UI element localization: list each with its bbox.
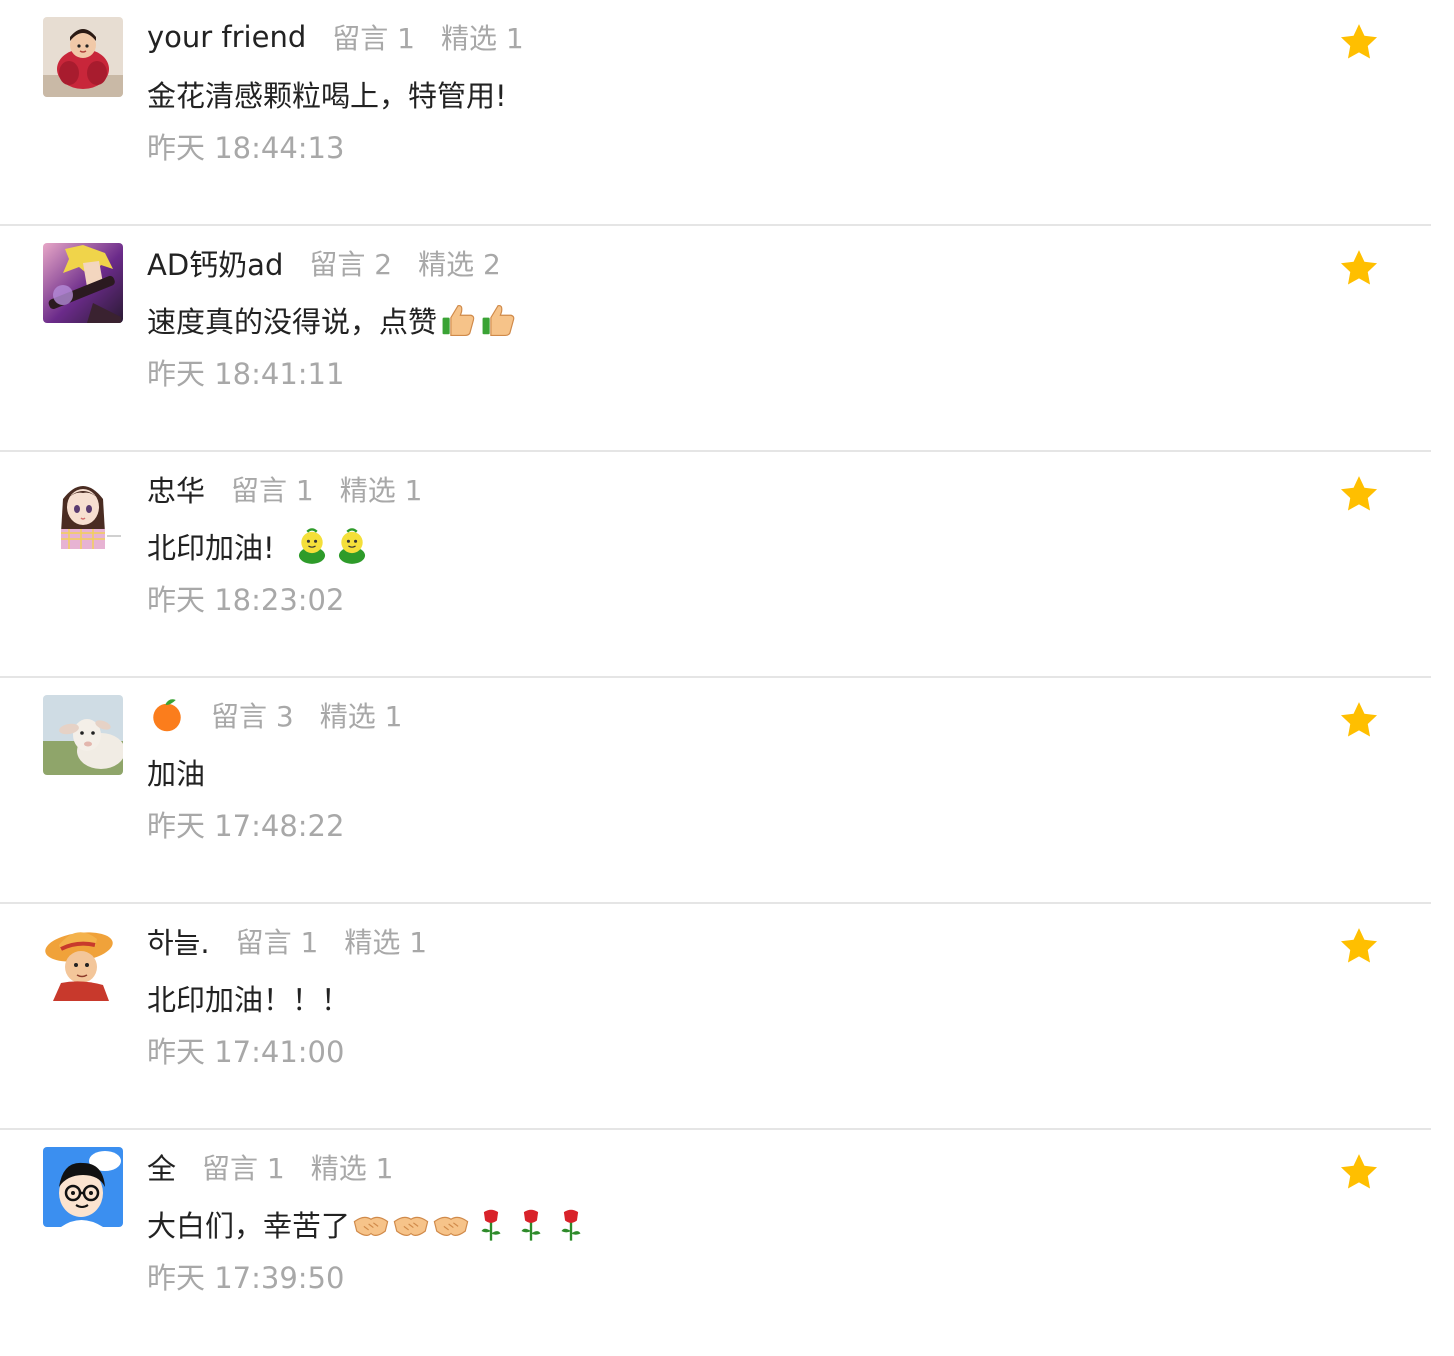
red-plush-figure-avatar <box>43 17 123 97</box>
star-icon[interactable] <box>1338 247 1380 289</box>
message-count: 留言 1 <box>332 22 415 55</box>
comment-text: 北印加油! <box>147 525 373 567</box>
featured-count: 精选 1 <box>339 474 423 507</box>
star-icon[interactable] <box>1338 21 1380 63</box>
comment-item: 全 留言 1 精选 1 大白们，幸苦了 昨天 17:39:50 <box>0 1130 1431 1356</box>
user-name[interactable]: 忠华 <box>147 468 205 510</box>
comment-text: 金花清感颗粒喝上，特管用! <box>147 73 507 115</box>
comment-text-content: 大白们，幸苦了 <box>147 1209 351 1243</box>
thumbs-up-icon <box>439 301 477 339</box>
comment-time: 昨天 17:41:00 <box>147 1035 345 1069</box>
comment-text: 北印加油！！！ <box>147 977 350 1019</box>
user-name[interactable]: 全 <box>147 1146 176 1188</box>
user-name[interactable]: 하늘. <box>147 920 210 962</box>
comment-item: AD钙奶ad 留言 2 精选 2 速度真的没得说，点赞 昨天 18:41:11 <box>0 226 1431 452</box>
featured-count: 精选 1 <box>310 1152 394 1185</box>
avatar[interactable] <box>43 1147 123 1227</box>
featured-count: 精选 1 <box>440 22 524 55</box>
comment-text-content: 速度真的没得说，点赞 <box>147 305 438 339</box>
cartoon-glasses-avatar <box>43 1147 123 1227</box>
featured-count: 精选 1 <box>319 700 403 733</box>
avatar[interactable] <box>43 469 123 549</box>
comment-item: 留言 3 精选 1 加油 昨天 17:48:22 <box>0 678 1431 904</box>
emoji-group <box>439 301 519 339</box>
comment-text: 速度真的没得说，点赞 <box>147 299 519 341</box>
comment-meta: 留言 3 精选 1 <box>147 694 428 736</box>
handshake-icon <box>432 1205 470 1243</box>
handshake-icon <box>352 1205 390 1243</box>
featured-count: 精选 1 <box>344 926 428 959</box>
comment-text: 加油 <box>147 751 205 793</box>
emoji-group <box>293 527 373 565</box>
comment-text-content: 金花清感颗粒喝上，特管用! <box>147 79 507 113</box>
comment-meta: 忠华 留言 1 精选 1 <box>147 468 448 510</box>
avatar[interactable] <box>43 695 123 775</box>
comment-list: your friend 留言 1 精选 1 金花清感颗粒喝上，特管用! 昨天 1… <box>0 0 1431 1356</box>
avatar[interactable] <box>43 243 123 323</box>
user-name[interactable]: your friend <box>147 20 306 54</box>
comment-text: 大白们，幸苦了 <box>147 1203 592 1245</box>
comment-text-content: 北印加油! <box>147 531 275 565</box>
comment-time: 昨天 18:44:13 <box>147 131 345 165</box>
rose-icon <box>512 1205 550 1243</box>
comment-item: 하늘. 留言 1 精选 1 北印加油！！！ 昨天 17:41:00 <box>0 904 1431 1130</box>
comment-text-content: 加油 <box>147 757 206 791</box>
comment-time: 昨天 17:48:22 <box>147 809 345 843</box>
comment-meta: your friend 留言 1 精选 1 <box>147 16 550 58</box>
star-icon[interactable] <box>1338 925 1380 967</box>
comment-text-content: 北印加油！！！ <box>147 983 351 1017</box>
handshake-icon <box>392 1205 430 1243</box>
message-count: 留言 1 <box>202 1152 285 1185</box>
comment-meta: AD钙奶ad 留言 2 精选 2 <box>147 242 527 284</box>
avatar[interactable] <box>43 17 123 97</box>
message-count: 留言 1 <box>231 474 314 507</box>
message-count: 留言 3 <box>211 700 294 733</box>
comment-item: 忠华 留言 1 精选 1 北印加油! 昨天 18:23:02 <box>0 452 1431 678</box>
avatar[interactable] <box>43 921 123 1001</box>
straw-hat-boy-avatar <box>43 921 123 1001</box>
comment-time: 昨天 18:41:11 <box>147 357 345 391</box>
lamb-avatar <box>43 695 123 775</box>
green-sprout-icon <box>333 527 371 565</box>
star-icon[interactable] <box>1338 473 1380 515</box>
rose-icon <box>552 1205 590 1243</box>
anime-guitarist-avatar <box>43 243 123 323</box>
comment-item: your friend 留言 1 精选 1 金花清感颗粒喝上，特管用! 昨天 1… <box>0 0 1431 226</box>
user-name[interactable]: AD钙奶ad <box>147 242 283 284</box>
emoji-group <box>352 1205 592 1243</box>
star-icon[interactable] <box>1338 1151 1380 1193</box>
comment-meta: 하늘. 留言 1 精选 1 <box>147 920 453 962</box>
star-icon[interactable] <box>1338 699 1380 741</box>
green-sprout-icon <box>293 527 331 565</box>
message-count: 留言 1 <box>235 926 319 959</box>
featured-count: 精选 2 <box>418 248 501 281</box>
tangerine-icon[interactable] <box>147 695 187 735</box>
comment-time: 昨天 18:23:02 <box>147 583 345 617</box>
comment-meta: 全 留言 1 精选 1 <box>147 1146 419 1188</box>
message-count: 留言 2 <box>309 248 393 281</box>
rose-icon <box>472 1205 510 1243</box>
thumbs-up-icon <box>479 301 517 339</box>
comment-time: 昨天 17:39:50 <box>147 1261 345 1295</box>
anime-girl-avatar <box>43 469 123 549</box>
